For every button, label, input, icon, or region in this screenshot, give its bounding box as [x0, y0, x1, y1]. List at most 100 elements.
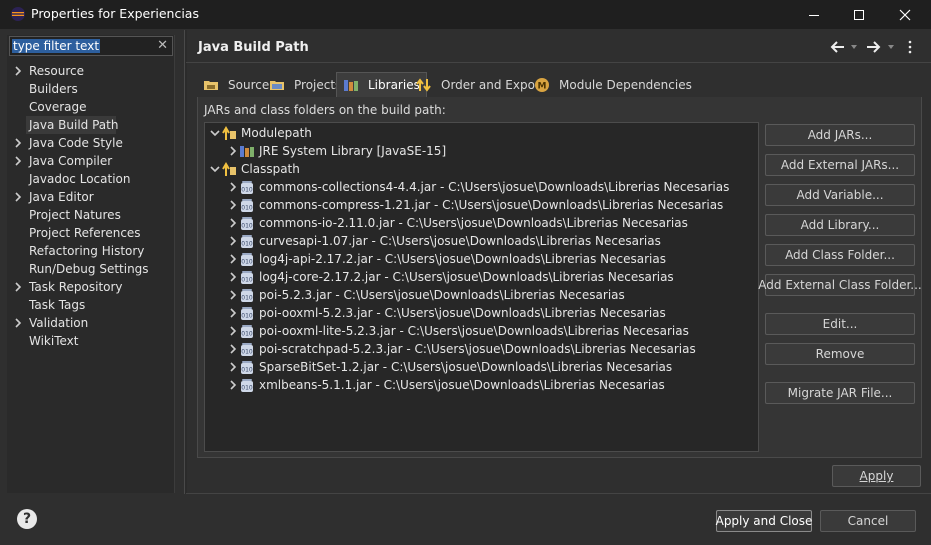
forward-menu-button[interactable]	[887, 38, 895, 56]
nav-item[interactable]: Java Code Style	[29, 134, 123, 152]
nav-item[interactable]: Java Compiler	[29, 152, 112, 170]
chevron-right-icon[interactable]	[227, 304, 239, 322]
chevron-right-icon[interactable]	[227, 232, 239, 250]
nav-item[interactable]: Coverage	[29, 98, 87, 116]
nav-item[interactable]: Refactoring History	[29, 242, 144, 260]
svg-text:010: 010	[241, 223, 253, 230]
jar-icon: 010	[241, 235, 253, 248]
tab-module-dependencies[interactable]: M Module Dependencies	[534, 72, 692, 97]
chevron-down-icon	[851, 45, 857, 49]
tree-node-label: commons-io-2.11.0.jar - C:\Users\josue\D…	[259, 216, 688, 230]
add-external-jars-button[interactable]: Add External JARs...	[765, 154, 915, 176]
add-variable-button[interactable]: Add Variable...	[765, 184, 915, 206]
add-jars-button[interactable]: Add JARs...	[765, 124, 915, 146]
tree-node-jar[interactable]: 010 poi-ooxml-lite-5.2.3.jar - C:\Users\j…	[227, 322, 689, 340]
back-menu-button[interactable]	[850, 38, 858, 56]
add-library-button[interactable]: Add Library...	[765, 214, 915, 236]
nav-item[interactable]: Project Natures	[29, 206, 121, 224]
pane-divider[interactable]	[184, 30, 187, 494]
tree-node-jar[interactable]: 010 log4j-api-2.17.2.jar - C:\Users\josue…	[227, 250, 666, 268]
svg-text:010: 010	[241, 367, 253, 374]
close-button[interactable]	[882, 0, 928, 29]
edit-button[interactable]: Edit...	[765, 313, 915, 335]
remove-button[interactable]: Remove	[765, 343, 915, 365]
tree-node-label: log4j-api-2.17.2.jar - C:\Users\josue\Do…	[259, 252, 666, 266]
chevron-down-icon[interactable]	[209, 160, 221, 178]
tree-node-jar[interactable]: 010 poi-scratchpad-5.2.3.jar - C:\Users\j…	[227, 340, 696, 358]
tree-node-label: curvesapi-1.07.jar - C:\Users\josue\Down…	[259, 234, 661, 248]
order-export-icon	[416, 77, 431, 92]
nav-item[interactable]: Javadoc Location	[29, 170, 130, 188]
chevron-right-icon[interactable]	[227, 214, 239, 232]
more-vertical-icon	[908, 40, 912, 54]
tree-node-jar[interactable]: 010 curvesapi-1.07.jar - C:\Users\josue\D…	[227, 232, 661, 250]
chevron-right-icon[interactable]	[227, 286, 239, 304]
back-button[interactable]	[829, 38, 845, 56]
build-path-tree[interactable]: Modulepath JRE System Library [JavaSE-15…	[204, 122, 759, 452]
chevron-right-icon[interactable]	[227, 358, 239, 376]
tree-node-jre-library[interactable]: JRE System Library [JavaSE-15]	[227, 142, 446, 160]
apply-button[interactable]: Apply	[832, 465, 921, 487]
filter-input[interactable]: type filter text ✕	[9, 36, 173, 56]
nav-item[interactable]: Project References	[29, 224, 141, 242]
tab-projects[interactable]: Projects	[269, 72, 341, 97]
tree-node-label: commons-compress-1.21.jar - C:\Users\jos…	[259, 198, 724, 212]
nav-item[interactable]: Validation	[29, 314, 88, 332]
tree-node-jar[interactable]: 010 commons-collections4-4.4.jar - C:\Use…	[227, 178, 729, 196]
chevron-right-icon[interactable]	[13, 188, 23, 206]
svg-text:010: 010	[241, 295, 253, 302]
chevron-right-icon[interactable]	[227, 250, 239, 268]
nav-item[interactable]: Resource	[29, 62, 84, 80]
chevron-right-icon[interactable]	[13, 152, 23, 170]
chevron-right-icon[interactable]	[13, 134, 23, 152]
nav-item[interactable]: Java Build Path	[29, 116, 118, 134]
tab-order-and-export[interactable]: Order and Export	[416, 72, 545, 97]
chevron-right-icon[interactable]	[227, 322, 239, 340]
nav-item[interactable]: Builders	[29, 80, 78, 98]
tree-node-jar[interactable]: 010 poi-ooxml-5.2.3.jar - C:\Users\josue\…	[227, 304, 666, 322]
tab-libraries[interactable]: Libraries	[336, 72, 427, 97]
minimize-button[interactable]	[791, 0, 837, 29]
chevron-right-icon[interactable]	[13, 314, 23, 332]
tree-node-modulepath[interactable]: Modulepath	[209, 124, 312, 142]
chevron-right-icon[interactable]	[13, 62, 23, 80]
tree-node-jar[interactable]: 010 commons-io-2.11.0.jar - C:\Users\josu…	[227, 214, 688, 232]
help-icon[interactable]: ?	[17, 509, 37, 529]
nav-item[interactable]: WikiText	[29, 332, 79, 350]
clear-filter-icon[interactable]: ✕	[157, 38, 168, 53]
minimize-icon	[809, 14, 819, 16]
chevron-right-icon[interactable]	[13, 278, 23, 296]
tree-node-classpath[interactable]: Classpath	[209, 160, 300, 178]
nav-item[interactable]: Run/Debug Settings	[29, 260, 149, 278]
maximize-button[interactable]	[836, 0, 882, 29]
chevron-right-icon[interactable]	[227, 376, 239, 394]
chevron-right-icon[interactable]	[227, 268, 239, 286]
apply-and-close-button[interactable]: Apply and Close	[716, 510, 812, 532]
tree-node-jar[interactable]: 010 commons-compress-1.21.jar - C:\Users\…	[227, 196, 723, 214]
nav-item[interactable]: Task Repository	[29, 278, 123, 296]
forward-button[interactable]	[866, 38, 882, 56]
svg-text:010: 010	[241, 385, 253, 392]
tab-source[interactable]: Source	[203, 72, 269, 97]
svg-text:010: 010	[241, 259, 253, 266]
jar-icon: 010	[241, 361, 253, 374]
svg-text:010: 010	[241, 331, 253, 338]
cancel-button[interactable]: Cancel	[820, 510, 916, 532]
tree-node-jar[interactable]: 010 log4j-core-2.17.2.jar - C:\Users\josu…	[227, 268, 674, 286]
chevron-right-icon[interactable]	[227, 196, 239, 214]
add-external-class-folder-button[interactable]: Add External Class Folder...	[758, 274, 922, 296]
jar-icon: 010	[241, 289, 253, 302]
tree-node-jar[interactable]: 010 SparseBitSet-1.2.jar - C:\Users\josue…	[227, 358, 672, 376]
add-class-folder-button[interactable]: Add Class Folder...	[765, 244, 915, 266]
chevron-right-icon[interactable]	[227, 340, 239, 358]
nav-item[interactable]: Task Tags	[29, 296, 85, 314]
chevron-right-icon[interactable]	[227, 142, 239, 160]
migrate-jar-button[interactable]: Migrate JAR File...	[765, 382, 915, 404]
jar-icon: 010	[241, 181, 253, 194]
chevron-right-icon[interactable]	[227, 178, 239, 196]
view-menu-button[interactable]	[906, 38, 914, 56]
tree-node-jar[interactable]: 010 poi-5.2.3.jar - C:\Users\josue\Downlo…	[227, 286, 625, 304]
chevron-down-icon[interactable]	[209, 124, 221, 142]
tree-node-jar[interactable]: 010 xmlbeans-5.1.1.jar - C:\Users\josue\D…	[227, 376, 665, 394]
nav-item[interactable]: Java Editor	[29, 188, 94, 206]
